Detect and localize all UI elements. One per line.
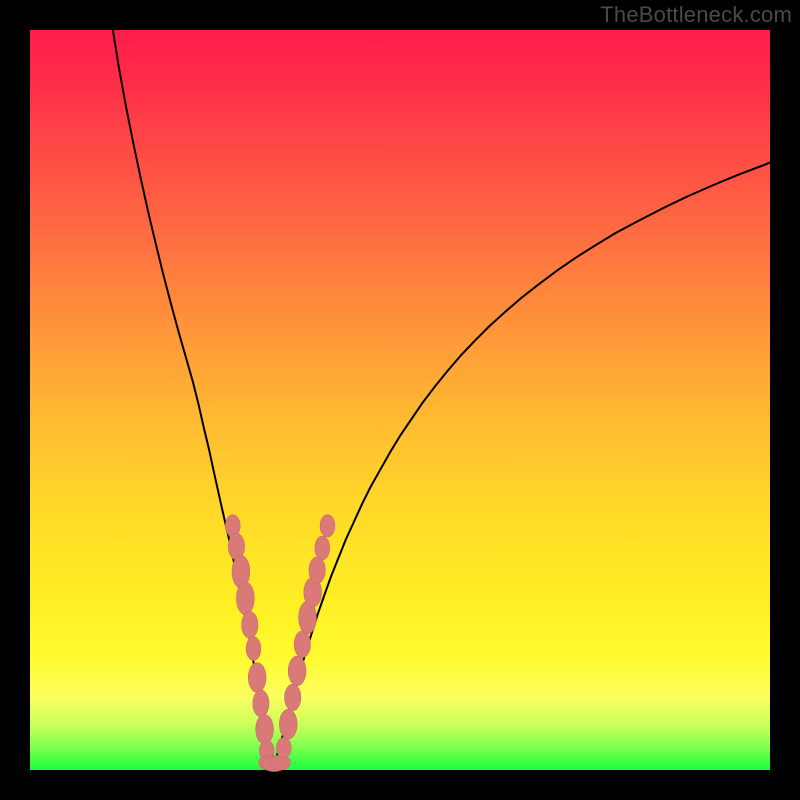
- data-marker: [236, 582, 254, 615]
- data-marker: [276, 737, 291, 758]
- plot-area: [30, 30, 770, 770]
- series-right_branch: [274, 162, 770, 763]
- watermark-text: TheBottleneck.com: [600, 2, 792, 28]
- data-marker: [242, 612, 258, 639]
- data-marker: [309, 557, 325, 584]
- series-left_branch: [113, 30, 268, 763]
- data-marker: [256, 715, 274, 745]
- data-marker: [253, 690, 269, 717]
- data-marker: [285, 684, 301, 711]
- data-marker: [320, 515, 335, 537]
- data-marker: [294, 631, 310, 658]
- chart-frame: TheBottleneck.com: [0, 0, 800, 800]
- data-marker: [288, 656, 306, 686]
- series-group: [113, 30, 770, 768]
- data-marker: [279, 709, 297, 739]
- data-marker: [248, 663, 266, 693]
- chart-svg: [30, 30, 770, 770]
- data-marker: [246, 637, 261, 661]
- marker-group: [225, 515, 335, 772]
- data-marker: [270, 755, 291, 770]
- data-marker: [315, 536, 330, 560]
